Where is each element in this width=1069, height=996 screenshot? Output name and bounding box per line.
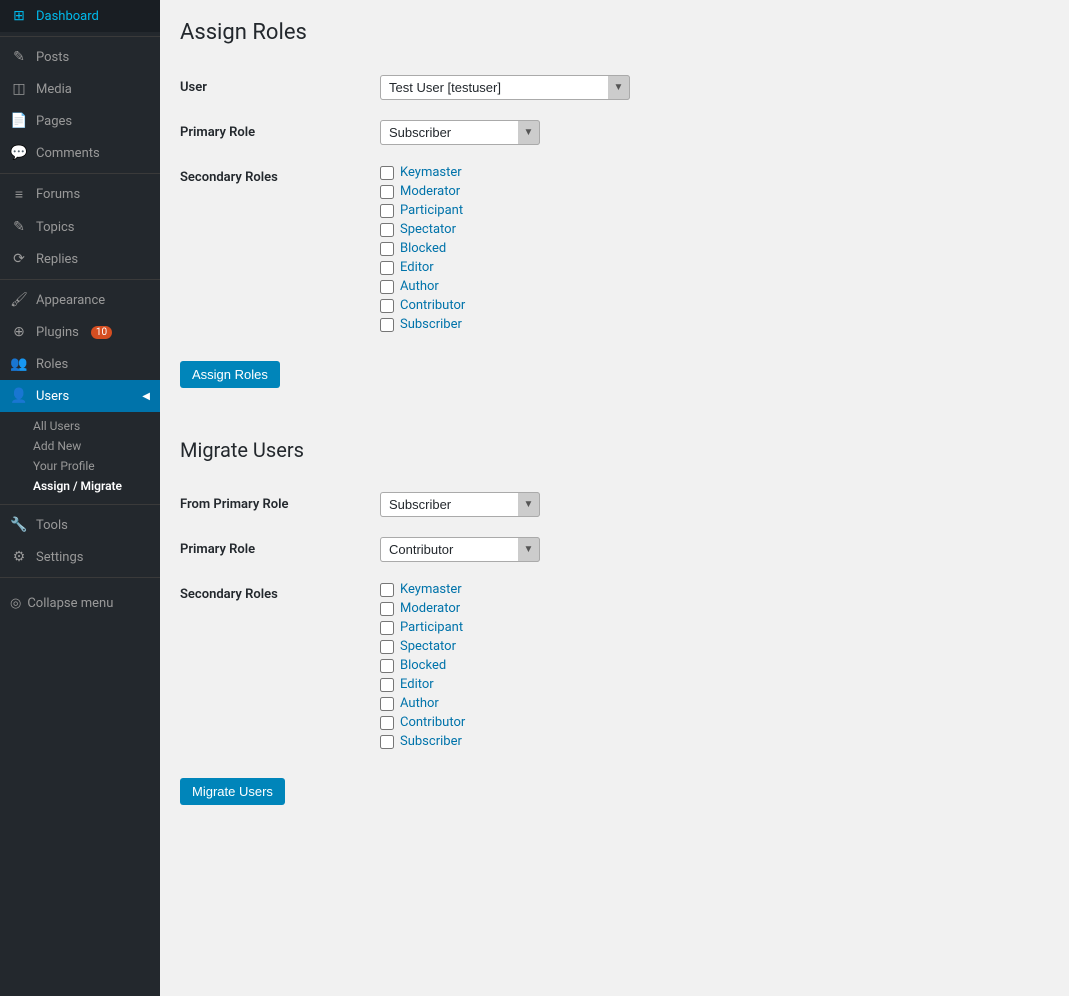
list-item: Participant [380, 203, 1049, 218]
submenu-all-users[interactable]: All Users [28, 416, 160, 436]
sidebar-item-appearance[interactable]: 🖌 Appearance [0, 284, 160, 316]
submenu-your-profile[interactable]: Your Profile [28, 456, 160, 476]
list-item: Spectator [380, 639, 1049, 654]
assign-roles-form: User Test User [testuser] ▼ Primary Role… [180, 65, 1049, 346]
assign-roles-button[interactable]: Assign Roles [180, 361, 280, 388]
user-select-wrap[interactable]: Test User [testuser] ▼ [380, 75, 630, 100]
migrate-primary-role-wrap[interactable]: Contributor ▼ [380, 537, 540, 562]
checkbox-editor-migrate[interactable] [380, 678, 394, 692]
list-item: Blocked [380, 658, 1049, 673]
list-item: Keymaster [380, 165, 1049, 180]
assign-primary-role-select[interactable]: Subscriber [380, 120, 540, 145]
user-label: User [180, 65, 380, 110]
list-item: Subscriber [380, 734, 1049, 749]
sidebar-item-comments[interactable]: 💬 Comments [0, 137, 160, 169]
sidebar-item-users[interactable]: 👤 Users ◀ [0, 380, 160, 412]
sidebar-item-tools[interactable]: 🔧 Tools [0, 509, 160, 541]
forums-icon: ≡ [10, 186, 28, 203]
list-item: Editor [380, 677, 1049, 692]
checkbox-keymaster-migrate[interactable] [380, 583, 394, 597]
list-item: Keymaster [380, 582, 1049, 597]
migrate-users-form: From Primary Role Subscriber ▼ Primary R… [180, 482, 1049, 763]
list-item: Blocked [380, 241, 1049, 256]
plugins-icon: ⊕ [10, 324, 28, 340]
collapse-icon: ◎ [10, 596, 21, 611]
user-select[interactable]: Test User [testuser] [380, 75, 630, 100]
plugins-badge: 10 [91, 326, 112, 339]
sidebar-item-forums[interactable]: ≡ Forums [0, 178, 160, 211]
checkbox-subscriber-assign[interactable] [380, 318, 394, 332]
sidebar-item-media[interactable]: ◫ Media [0, 73, 160, 105]
users-icon: 👤 [10, 388, 28, 404]
checkbox-participant-migrate[interactable] [380, 621, 394, 635]
checkbox-author-migrate[interactable] [380, 697, 394, 711]
checkbox-moderator-migrate[interactable] [380, 602, 394, 616]
migrate-primary-role-label: Primary Role [180, 527, 380, 572]
appearance-icon: 🖌 [10, 292, 28, 308]
users-submenu: All Users Add New Your Profile Assign / … [0, 412, 160, 500]
assign-roles-title: Assign Roles [180, 20, 1049, 45]
sidebar: ⊞ Dashboard ✎ Posts ◫ Media 📄 Pages 💬 Co… [0, 0, 160, 996]
checkbox-contributor-migrate[interactable] [380, 716, 394, 730]
checkbox-spectator-assign[interactable] [380, 223, 394, 237]
checkbox-contributor-assign[interactable] [380, 299, 394, 313]
checkbox-keymaster-assign[interactable] [380, 166, 394, 180]
posts-icon: ✎ [10, 49, 28, 65]
list-item: Subscriber [380, 317, 1049, 332]
checkbox-author-assign[interactable] [380, 280, 394, 294]
users-arrow: ◀ [142, 391, 150, 402]
checkbox-participant-assign[interactable] [380, 204, 394, 218]
checkbox-editor-assign[interactable] [380, 261, 394, 275]
checkbox-spectator-migrate[interactable] [380, 640, 394, 654]
pages-icon: 📄 [10, 113, 28, 129]
assign-secondary-roles-list: Keymaster Moderator Participant Spectato… [380, 165, 1049, 332]
sidebar-item-plugins[interactable]: ⊕ Plugins 10 [0, 316, 160, 348]
list-item: Spectator [380, 222, 1049, 237]
submenu-add-new[interactable]: Add New [28, 436, 160, 456]
replies-icon: ⟳ [10, 251, 28, 267]
list-item: Moderator [380, 601, 1049, 616]
from-primary-role-select[interactable]: Subscriber [380, 492, 540, 517]
checkbox-blocked-assign[interactable] [380, 242, 394, 256]
from-primary-role-label: From Primary Role [180, 482, 380, 527]
sidebar-item-pages[interactable]: 📄 Pages [0, 105, 160, 137]
list-item: Participant [380, 620, 1049, 635]
checkbox-blocked-migrate[interactable] [380, 659, 394, 673]
migrate-users-title: Migrate Users [180, 438, 1049, 462]
sidebar-item-settings[interactable]: ⚙ Settings [0, 541, 160, 573]
topics-icon: ✎ [10, 219, 28, 235]
assign-primary-role-wrap[interactable]: Subscriber ▼ [380, 120, 540, 145]
list-item: Contributor [380, 715, 1049, 730]
list-item: Contributor [380, 298, 1049, 313]
main-content: Assign Roles User Test User [testuser] ▼… [160, 0, 1069, 996]
sidebar-item-topics[interactable]: ✎ Topics [0, 211, 160, 243]
sidebar-item-replies[interactable]: ⟳ Replies [0, 243, 160, 275]
sidebar-item-dashboard[interactable]: ⊞ Dashboard [0, 0, 160, 32]
roles-icon: 👥 [10, 356, 28, 372]
sidebar-item-posts[interactable]: ✎ Posts [0, 41, 160, 73]
submenu-assign-migrate[interactable]: Assign / Migrate [28, 476, 160, 496]
tools-icon: 🔧 [10, 517, 28, 533]
media-icon: ◫ [10, 81, 28, 97]
dashboard-icon: ⊞ [10, 8, 28, 24]
list-item: Author [380, 279, 1049, 294]
assign-secondary-roles-label: Secondary Roles [180, 155, 380, 346]
migrate-primary-role-select[interactable]: Contributor [380, 537, 540, 562]
list-item: Editor [380, 260, 1049, 275]
list-item: Author [380, 696, 1049, 711]
sidebar-item-roles[interactable]: 👥 Roles [0, 348, 160, 380]
assign-primary-role-label: Primary Role [180, 110, 380, 155]
settings-icon: ⚙ [10, 549, 28, 565]
checkbox-moderator-assign[interactable] [380, 185, 394, 199]
comments-icon: 💬 [10, 145, 28, 161]
from-primary-role-wrap[interactable]: Subscriber ▼ [380, 492, 540, 517]
migrate-users-button[interactable]: Migrate Users [180, 778, 285, 805]
migrate-secondary-roles-list: Keymaster Moderator Participant Spectato… [380, 582, 1049, 749]
checkbox-subscriber-migrate[interactable] [380, 735, 394, 749]
list-item: Moderator [380, 184, 1049, 199]
collapse-menu[interactable]: ◎ Collapse menu [0, 588, 160, 619]
migrate-secondary-roles-label: Secondary Roles [180, 572, 380, 763]
